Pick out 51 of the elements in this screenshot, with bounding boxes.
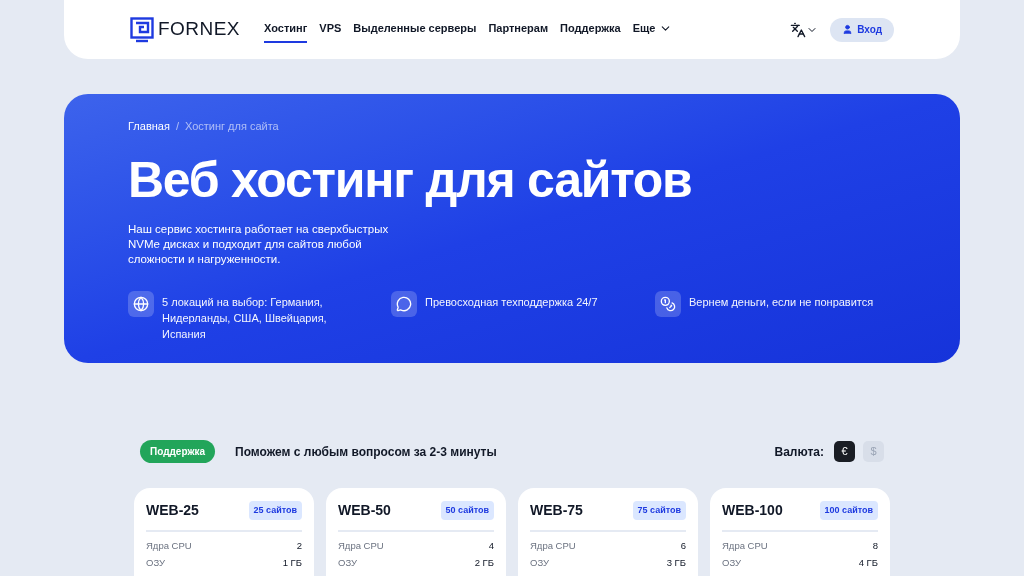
spec-label: ОЗУ — [530, 556, 550, 571]
plan-name: WEB-25 — [146, 501, 199, 520]
hero-description: Наш сервис хостинга работает на сверхбыстрых NVMe дисках и подходит для сайтов любой сложности и нагруженности. — [128, 221, 390, 267]
spec-label: Ядра CPU — [146, 539, 192, 554]
spec-label: ОЗУ — [338, 556, 358, 571]
logo-text: FORNEX — [158, 17, 241, 42]
support-badge: Поддержка — [140, 440, 216, 463]
spec-label: Ядра CPU — [338, 539, 384, 554]
user-icon — [842, 24, 854, 35]
nav-link[interactable]: Выделенные серверы — [353, 16, 477, 43]
spec-value: 4 ГБ — [858, 556, 878, 571]
chat-bubble-icon — [391, 290, 417, 317]
translate-icon — [790, 21, 807, 38]
spec-value: 8 — [872, 539, 878, 554]
coins-icon — [655, 290, 681, 317]
support-text: Поможем с любым вопросом за 2-3 минуты — [235, 443, 497, 461]
plan-sites-badge: 100 сайтов — [819, 500, 878, 521]
globe-icon — [128, 290, 154, 317]
spec-label: Ядра CPU — [722, 539, 768, 554]
plan-name: WEB-75 — [530, 501, 583, 520]
spec-label: Ядра CPU — [530, 539, 576, 554]
feature-text: Превосходная техподдержка 24/7 — [425, 294, 599, 310]
spec-value: 1 ГБ — [282, 556, 302, 571]
plan-name: WEB-50 — [338, 501, 391, 520]
spec-value: 3 ГБ — [666, 556, 686, 571]
plan-sites-badge: 50 сайтов — [440, 500, 494, 521]
spec-value: 4 — [488, 539, 494, 554]
hero-title: Веб хостинг для сайтов — [128, 154, 693, 205]
feature-text: Вернем деньги, если не понравится — [689, 294, 875, 310]
spec-value: 2 — [296, 539, 302, 554]
nav-link[interactable]: Поддержка — [560, 16, 621, 43]
spec-label: ОЗУ — [146, 556, 166, 571]
spec-label: ОЗУ — [722, 556, 742, 571]
feature-text: 5 локаций на выбор: Германия, Нидерланды, США, Швейцария, Испания — [162, 294, 328, 342]
breadcrumb-link[interactable]: Главная — [128, 118, 170, 135]
currency-label: Валюта: — [774, 443, 824, 461]
nav-link[interactable]: Партнерам — [488, 16, 549, 43]
nav-link[interactable]: Еще — [632, 16, 673, 43]
nav-link[interactable]: Хостинг — [264, 16, 308, 43]
currency-button[interactable]: € — [834, 441, 855, 462]
spec-value: 2 ГБ — [474, 556, 494, 571]
plan-name: WEB-100 — [722, 501, 783, 520]
current-page-title: Хостинг для сайта — [184, 119, 279, 134]
plan-sites-badge: 25 сайтов — [248, 500, 302, 521]
login-button[interactable]: Вход — [830, 17, 894, 42]
breadcrumb-separator: / — [175, 119, 179, 134]
nav-link[interactable]: VPS — [319, 16, 342, 43]
plan-sites-badge: 75 сайтов — [632, 500, 686, 521]
spec-value: 6 — [680, 539, 686, 554]
logo-icon — [130, 16, 154, 43]
language-button[interactable] — [790, 21, 819, 38]
